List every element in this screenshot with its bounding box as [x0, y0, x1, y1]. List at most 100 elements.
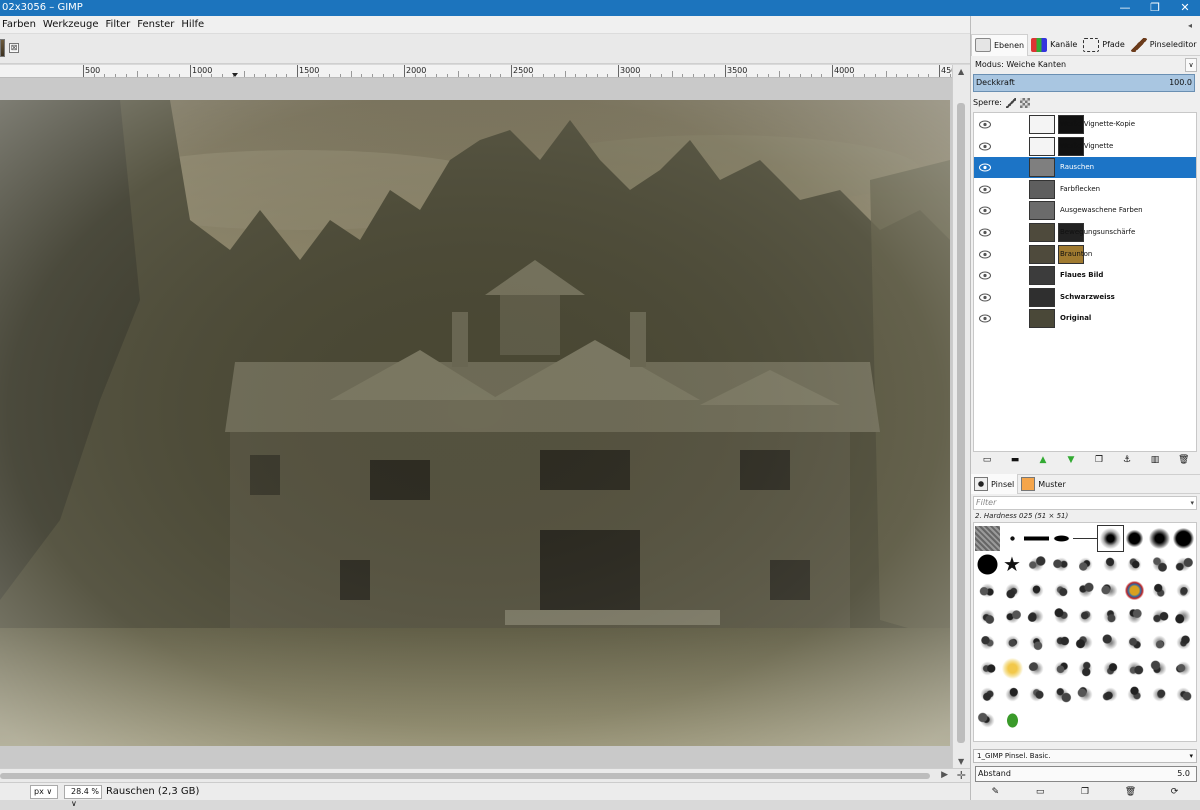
- chevron-down-icon[interactable]: ▾: [1190, 497, 1194, 509]
- image-canvas[interactable]: [0, 78, 952, 768]
- brush-cell[interactable]: [975, 526, 1000, 551]
- duplicate-layer-icon[interactable]: ❐: [1094, 455, 1104, 465]
- brush-cell[interactable]: [1146, 552, 1172, 577]
- brush-cell[interactable]: [1171, 630, 1196, 655]
- brush-cell[interactable]: [999, 578, 1025, 603]
- brush-cell[interactable]: [1024, 604, 1049, 629]
- dock-menu-icon[interactable]: ◂: [1184, 20, 1196, 32]
- chevron-down-icon[interactable]: ∨: [1185, 58, 1197, 72]
- brush-cell[interactable]: [1048, 604, 1074, 629]
- visibility-eye-icon[interactable]: [979, 228, 991, 237]
- lower-layer-icon[interactable]: ▼: [1066, 455, 1076, 465]
- brush-cell[interactable]: [975, 682, 1000, 707]
- unit-select[interactable]: px ∨: [30, 785, 58, 799]
- brush-cell[interactable]: [1171, 578, 1196, 603]
- brush-cell[interactable]: [1048, 656, 1074, 681]
- brush-cell[interactable]: [975, 604, 1000, 629]
- zoom-select[interactable]: 28.4 % ∨: [64, 785, 102, 808]
- new-layer-icon[interactable]: ▭: [982, 455, 992, 465]
- anchor-layer-icon[interactable]: ⚓: [1122, 455, 1132, 465]
- brush-cell[interactable]: [1171, 526, 1196, 551]
- mode-select[interactable]: Modus: Weiche Kanten ∨: [973, 58, 1197, 72]
- new-brush-icon[interactable]: ▭: [1035, 787, 1045, 797]
- brush-cell[interactable]: [1024, 682, 1049, 707]
- raise-layer-icon[interactable]: ▲: [1038, 455, 1048, 465]
- layer-row[interactable]: Schwarzweiss: [974, 287, 1196, 308]
- brush-cell[interactable]: [1146, 682, 1172, 707]
- brush-cell[interactable]: [1024, 630, 1049, 655]
- brush-cell[interactable]: [1171, 604, 1196, 629]
- layer-row[interactable]: Weiße Vignette-Kopie: [974, 114, 1196, 135]
- brush-cell[interactable]: [999, 708, 1025, 733]
- brush-cell[interactable]: [1097, 630, 1123, 655]
- scroll-down-icon[interactable]: ▼: [958, 757, 964, 766]
- new-layer-group-icon[interactable]: ▬: [1010, 455, 1020, 465]
- brush-cell[interactable]: [999, 682, 1025, 707]
- brush-cell[interactable]: [1048, 578, 1074, 603]
- brush-cell[interactable]: [1146, 656, 1172, 681]
- duplicate-brush-icon[interactable]: ❐: [1080, 787, 1090, 797]
- close-image-tab-icon[interactable]: ⊠: [9, 43, 19, 53]
- brush-cell[interactable]: [1122, 656, 1147, 681]
- layer-row[interactable]: Weiße Vignette: [974, 136, 1196, 157]
- spacing-slider[interactable]: Abstand 5.0: [975, 766, 1197, 782]
- brush-cell[interactable]: [1122, 578, 1147, 603]
- tab-channels[interactable]: Kanäle: [1028, 34, 1080, 56]
- brush-grid[interactable]: ★: [973, 522, 1197, 742]
- brush-cell[interactable]: [1097, 552, 1123, 577]
- opacity-slider[interactable]: Deckkraft 100.0: [973, 74, 1195, 92]
- brush-set-select[interactable]: 1_GIMP Pinsel. Basic. ▾: [973, 749, 1197, 763]
- vertical-scroll-thumb[interactable]: [957, 103, 965, 743]
- restore-button[interactable]: ❐: [1140, 0, 1170, 16]
- layer-row[interactable]: Rauschen: [974, 157, 1196, 179]
- brush-cell[interactable]: [975, 630, 1000, 655]
- tab-brush-editor[interactable]: Pinseleditor: [1128, 34, 1200, 56]
- brush-cell[interactable]: [975, 578, 1000, 603]
- visibility-eye-icon[interactable]: [979, 293, 991, 302]
- menu-hilfe[interactable]: Hilfe: [179, 16, 209, 34]
- brush-cell[interactable]: [1122, 630, 1147, 655]
- visibility-eye-icon[interactable]: [979, 120, 991, 129]
- brush-cell[interactable]: [1073, 604, 1098, 629]
- layer-row[interactable]: Farbflecken: [974, 179, 1196, 200]
- brush-cell[interactable]: [1073, 630, 1098, 655]
- layer-row[interactable]: Original: [974, 308, 1196, 329]
- brush-cell[interactable]: [1096, 525, 1124, 552]
- close-button[interactable]: ✕: [1170, 0, 1200, 16]
- brush-cell[interactable]: [1024, 526, 1049, 551]
- visibility-eye-icon[interactable]: [979, 142, 991, 151]
- brush-cell[interactable]: [975, 552, 1000, 577]
- layer-row[interactable]: Braunton: [974, 244, 1196, 265]
- image-tab-thumbnail[interactable]: [0, 39, 5, 57]
- vertical-scrollbar[interactable]: ▲ ▼: [952, 65, 970, 768]
- brush-cell[interactable]: [975, 656, 1000, 681]
- edit-brush-icon[interactable]: ✎: [990, 787, 1000, 797]
- tab-patterns[interactable]: Muster: [1018, 474, 1069, 494]
- brush-cell[interactable]: [1171, 656, 1196, 681]
- brush-cell[interactable]: [1146, 526, 1172, 551]
- brush-cell[interactable]: [1171, 552, 1196, 577]
- brush-cell[interactable]: [999, 630, 1025, 655]
- canvas-image[interactable]: [0, 100, 950, 746]
- tab-paths[interactable]: Pfade: [1080, 34, 1128, 56]
- horizontal-scrollbar[interactable]: ▶ ✛: [0, 768, 970, 782]
- navigate-icon[interactable]: ✛: [957, 769, 966, 782]
- scroll-right-icon[interactable]: ▶: [941, 770, 948, 780]
- brush-cell[interactable]: [1097, 604, 1123, 629]
- brush-cell[interactable]: [1073, 682, 1098, 707]
- brush-cell[interactable]: [1146, 630, 1172, 655]
- brush-cell[interactable]: [1122, 604, 1147, 629]
- visibility-eye-icon[interactable]: [979, 271, 991, 280]
- menu-fenster[interactable]: Fenster: [135, 16, 179, 34]
- merge-layer-icon[interactable]: ▥: [1150, 455, 1160, 465]
- lock-alpha-icon[interactable]: [1019, 98, 1030, 108]
- visibility-eye-icon[interactable]: [979, 163, 991, 172]
- brush-cell[interactable]: [975, 708, 1000, 733]
- brush-cell[interactable]: [1097, 578, 1123, 603]
- menu-farben[interactable]: Farben: [0, 16, 41, 34]
- brush-cell[interactable]: [1122, 682, 1147, 707]
- brush-cell[interactable]: [1146, 604, 1172, 629]
- brush-cell[interactable]: [1073, 552, 1098, 577]
- brush-cell[interactable]: [1048, 682, 1074, 707]
- visibility-eye-icon[interactable]: [979, 250, 991, 259]
